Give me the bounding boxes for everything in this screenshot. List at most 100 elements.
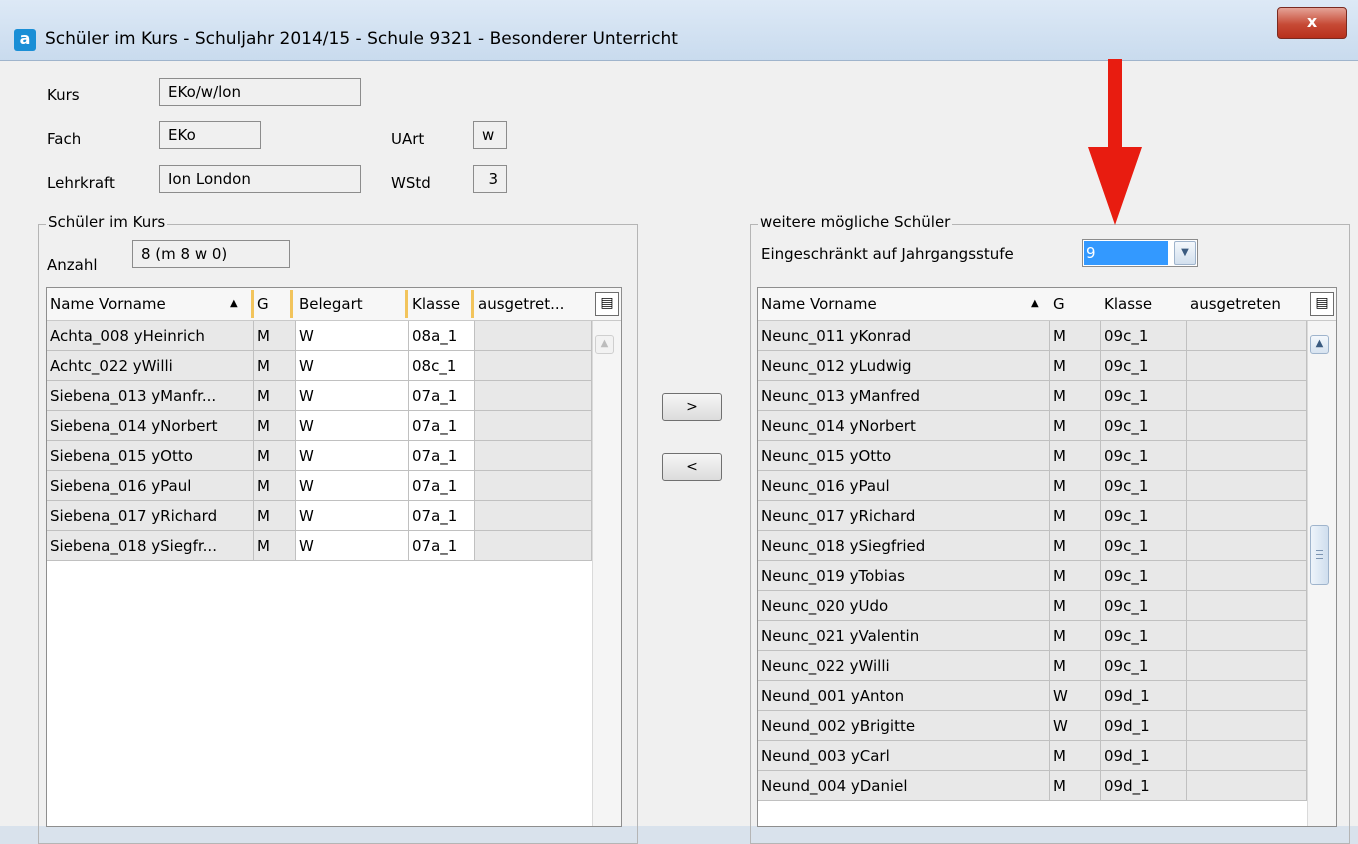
cell-g: M (1050, 531, 1101, 561)
cell-ausgetreten (1187, 741, 1307, 771)
cell-klasse: 09c_1 (1101, 531, 1187, 561)
cell-g: M (1050, 471, 1101, 501)
wstd-field[interactable]: 3 (473, 165, 507, 193)
column-chooser-icon[interactable]: ▤ (595, 292, 619, 316)
enrolled-group-title: Schüler im Kurs (46, 213, 168, 231)
cell-g: M (1050, 321, 1101, 351)
col-klasse[interactable]: Klasse (1101, 288, 1186, 320)
cell-ausgetreten (475, 351, 592, 381)
cell-g: M (1050, 621, 1101, 651)
enrolled-table[interactable]: Name Vorname ▲ G Belegart Klasse ausgetr… (46, 287, 622, 827)
available-scrollbar[interactable]: ▲ (1307, 321, 1336, 826)
cell-name: Neunc_014 yNorbert (758, 411, 1050, 441)
cell-ausgetreten (475, 441, 592, 471)
uart-field[interactable]: w (473, 121, 507, 149)
col-g[interactable]: G (1050, 288, 1100, 320)
lehrkraft-field[interactable]: Ion London (159, 165, 361, 193)
cell-klasse: 09c_1 (1101, 411, 1187, 441)
cell-name: Neund_001 yAnton (758, 681, 1050, 711)
filter-label: Eingeschränkt auf Jahrgangsstufe (761, 245, 1014, 263)
cell-klasse: 07a_1 (409, 471, 475, 501)
jahrgangsstufe-value: 9 (1084, 241, 1168, 265)
cell-ausgetreten (1187, 381, 1307, 411)
cell-ausgetreten (475, 531, 592, 561)
cell-g: M (254, 471, 296, 501)
cell-g: M (1050, 381, 1101, 411)
grip-line (1316, 558, 1323, 559)
column-chooser-icon[interactable]: ▤ (1310, 292, 1334, 316)
cell-name: Neunc_012 yLudwig (758, 351, 1050, 381)
add-student-button[interactable]: > (662, 393, 722, 421)
cell-ausgetreten (1187, 621, 1307, 651)
enrolled-scrollbar[interactable]: ▲ (592, 321, 621, 826)
kurs-field[interactable]: EKo/w/lon (159, 78, 361, 106)
cell-name: Siebena_018 ySiegfr... (47, 531, 254, 561)
cell-name: Neunc_020 yUdo (758, 591, 1050, 621)
cell-g: M (254, 351, 296, 381)
cell-klasse: 08a_1 (409, 321, 475, 351)
cell-g: M (1050, 741, 1101, 771)
close-button[interactable]: x (1277, 7, 1347, 39)
cell-klasse: 09c_1 (1101, 561, 1187, 591)
cell-g: M (1050, 351, 1101, 381)
cell-name: Neunc_017 yRichard (758, 501, 1050, 531)
scroll-thumb[interactable] (1310, 525, 1329, 585)
cell-klasse: 08c_1 (409, 351, 475, 381)
cell-ausgetreten (1187, 411, 1307, 441)
cell-belegart: W (296, 471, 409, 501)
cell-g: M (254, 441, 296, 471)
scroll-up-icon[interactable]: ▲ (595, 335, 614, 354)
scroll-up-icon[interactable]: ▲ (1310, 335, 1329, 354)
cell-g: M (1050, 561, 1101, 591)
cell-klasse: 09d_1 (1101, 711, 1187, 741)
cell-ausgetreten (1187, 471, 1307, 501)
col-belegart[interactable]: Belegart (296, 288, 406, 320)
jahrgangsstufe-select[interactable]: 9 ▼ (1082, 239, 1198, 267)
cell-g: M (1050, 651, 1101, 681)
available-table[interactable]: Name Vorname ▲ G Klasse ausgetreten ▤ Ne… (757, 287, 1337, 827)
cell-ausgetreten (475, 321, 592, 351)
remove-student-button[interactable]: < (662, 453, 722, 481)
cell-ausgetreten (1187, 711, 1307, 741)
cell-name: Neunc_019 yTobias (758, 561, 1050, 591)
available-group-title: weitere mögliche Schüler (758, 213, 953, 231)
cell-ausgetreten (475, 411, 592, 441)
cell-klasse: 09c_1 (1101, 381, 1187, 411)
cell-klasse: 07a_1 (409, 411, 475, 441)
cell-belegart: W (296, 351, 409, 381)
lehrkraft-label: Lehrkraft (47, 174, 115, 192)
chevron-down-icon[interactable]: ▼ (1174, 241, 1196, 265)
cell-ausgetreten (475, 381, 592, 411)
col-name[interactable]: Name Vorname (47, 288, 252, 320)
fach-label: Fach (47, 130, 82, 148)
cell-name: Siebena_014 yNorbert (47, 411, 254, 441)
col-g[interactable]: G (254, 288, 290, 320)
cell-belegart: W (296, 381, 409, 411)
app-icon: a (14, 29, 36, 51)
cell-klasse: 09c_1 (1101, 441, 1187, 471)
sort-ascending-icon: ▲ (1031, 298, 1039, 309)
col-klasse[interactable]: Klasse (409, 288, 474, 320)
cell-klasse: 07a_1 (409, 531, 475, 561)
fach-field[interactable]: EKo (159, 121, 261, 149)
cell-klasse: 07a_1 (409, 381, 475, 411)
red-arrow-annotation (1088, 59, 1142, 225)
cell-g: M (1050, 441, 1101, 471)
col-ausgetreten[interactable]: ausgetreten (1187, 288, 1311, 320)
cell-klasse: 09c_1 (1101, 651, 1187, 681)
cell-belegart: W (296, 321, 409, 351)
cell-name: Neunc_018 ySiegfried (758, 531, 1050, 561)
cell-g: W (1050, 681, 1101, 711)
cell-klasse: 09d_1 (1101, 771, 1187, 801)
cell-belegart: W (296, 441, 409, 471)
col-ausgetreten[interactable]: ausgetret... (475, 288, 593, 320)
cell-klasse: 09c_1 (1101, 351, 1187, 381)
cell-name: Neunc_013 yManfred (758, 381, 1050, 411)
cell-g: M (254, 321, 296, 351)
grip-line (1316, 554, 1323, 555)
header-separator (405, 290, 408, 318)
available-table-header: Name Vorname ▲ G Klasse ausgetreten ▤ (758, 288, 1336, 321)
cell-klasse: 09c_1 (1101, 321, 1187, 351)
col-name[interactable]: Name Vorname (758, 288, 1048, 320)
cell-belegart: W (296, 531, 409, 561)
